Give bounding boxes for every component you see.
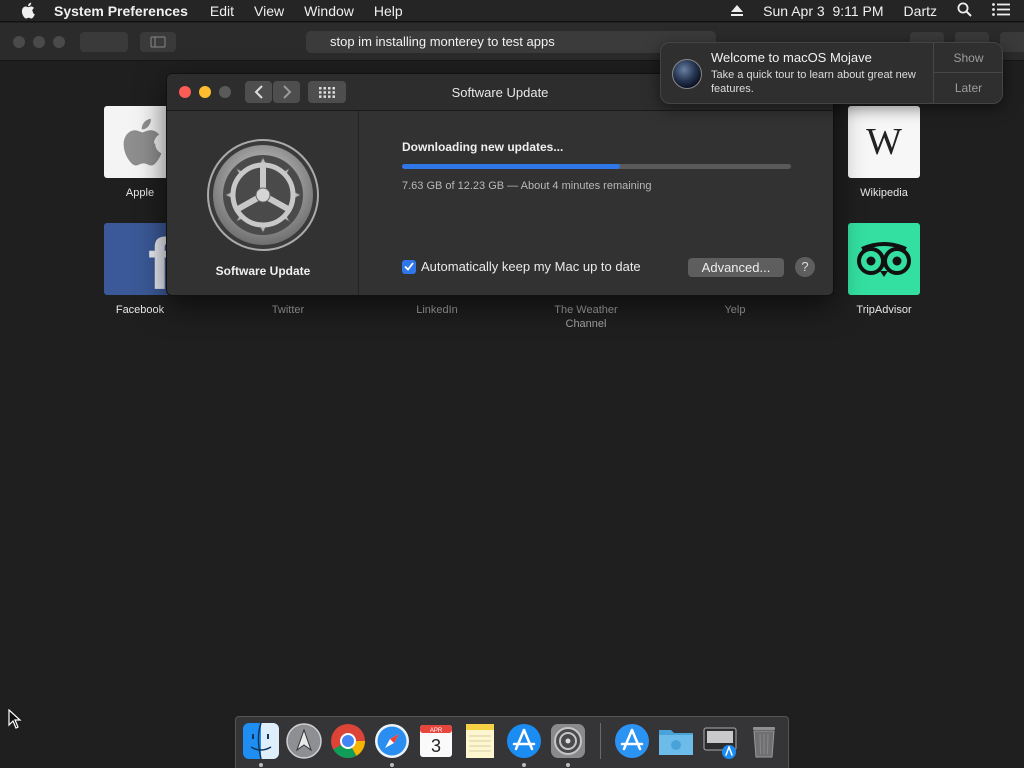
notification-actions: Show Later: [933, 43, 1003, 103]
favorite-label: LinkedIn: [416, 304, 458, 316]
notification-title: Welcome to macOS Mojave: [711, 50, 872, 65]
safari-minimize-button[interactable]: [33, 36, 45, 48]
favorite-label: Facebook: [115, 304, 165, 316]
software-update-main: Downloading new updates... 7.63 GB of 12…: [360, 111, 833, 295]
safari-sidebar-button[interactable]: [140, 32, 176, 52]
software-update-window: Software Update Software Update Download…: [166, 73, 834, 296]
tripadvisor-owl-icon: [848, 223, 920, 295]
dock: APR 3: [235, 716, 789, 768]
download-detail: 7.63 GB of 12.23 GB — About 4 minutes re…: [402, 180, 652, 192]
system-preferences-icon[interactable]: [549, 722, 587, 760]
calendar-month: APR: [430, 728, 443, 734]
wikipedia-logo-icon: W: [848, 106, 920, 178]
safari-address-bar[interactable]: stop im installing monterey to test apps: [306, 31, 716, 53]
menu-help[interactable]: Help: [374, 3, 403, 19]
favorite-tripadvisor[interactable]: TripAdvisor: [829, 223, 939, 317]
finder-icon[interactable]: [242, 722, 280, 760]
safari-icon[interactable]: [373, 722, 411, 760]
spotlight-search-icon[interactable]: [957, 2, 972, 20]
notification-later-button[interactable]: Later: [934, 73, 1003, 103]
notification-center-icon[interactable]: [992, 3, 1010, 19]
advanced-button[interactable]: Advanced...: [688, 258, 784, 277]
eject-icon[interactable]: [731, 3, 744, 19]
help-button[interactable]: ?: [795, 257, 815, 277]
dock-separator: [600, 723, 601, 759]
download-progress-fill: [402, 164, 620, 169]
menu-view[interactable]: View: [254, 3, 284, 19]
apple-menu-icon[interactable]: [20, 0, 36, 22]
notification-body: Take a quick tour to learn about great n…: [711, 69, 916, 95]
finder-running-indicator: [259, 763, 263, 767]
auto-update-checkbox[interactable]: [402, 259, 416, 274]
trash-icon[interactable]: [745, 722, 783, 760]
software-update-name: Software Update: [215, 264, 311, 278]
checkmark-icon: [404, 262, 414, 271]
download-status: Downloading new updates...: [402, 140, 564, 154]
menu-edit[interactable]: Edit: [210, 3, 234, 19]
software-update-sidebar: Software Update: [167, 111, 359, 295]
safari-close-button[interactable]: [13, 36, 25, 48]
menu-window[interactable]: Window: [304, 3, 354, 19]
system-preferences-running-indicator: [566, 763, 570, 767]
menubar-user[interactable]: Dartz: [904, 3, 937, 19]
mouse-cursor-icon: [8, 708, 22, 734]
safari-running-indicator: [390, 763, 394, 767]
favorite-label: Twitter: [271, 304, 305, 316]
mojave-welcome-notification[interactable]: Welcome to macOS Mojave Take a quick tou…: [660, 42, 1003, 104]
auto-update-label: Automatically keep my Mac up to date: [421, 259, 641, 274]
menu-bar: System Preferences Edit View Window Help…: [0, 0, 1024, 22]
safari-back-forward-buttons[interactable]: [80, 32, 128, 52]
app-store-running-indicator: [522, 763, 526, 767]
favorite-label: Yelp: [724, 304, 746, 316]
calendar-day: 3: [431, 736, 441, 756]
app-store-folder-icon[interactable]: [613, 722, 651, 760]
software-update-gear-icon: [207, 139, 319, 256]
sidebar-icon: [150, 36, 166, 48]
download-progress-bar: [402, 164, 791, 169]
auto-update-option[interactable]: Automatically keep my Mac up to date: [402, 259, 641, 274]
favorite-label: The Weather Channel: [554, 304, 618, 330]
safari-zoom-button[interactable]: [53, 36, 65, 48]
favorite-label: TripAdvisor: [856, 304, 912, 316]
safari-new-tab-button[interactable]: [1000, 32, 1024, 52]
favorite-label: Wikipedia: [860, 187, 908, 199]
chrome-icon[interactable]: [329, 722, 367, 760]
favorite-wikipedia[interactable]: W Wikipedia: [829, 106, 939, 200]
menu-app-name[interactable]: System Preferences: [54, 3, 188, 19]
notification-show-button[interactable]: Show: [934, 43, 1003, 73]
installer-icon[interactable]: [701, 722, 739, 760]
folder-icon[interactable]: [657, 722, 695, 760]
macos-mojave-icon: [672, 59, 702, 89]
menubar-clock[interactable]: Sun Apr 3 9:11 PM: [763, 3, 883, 19]
calendar-icon[interactable]: APR 3: [417, 722, 455, 760]
notes-icon[interactable]: [461, 722, 499, 760]
launchpad-icon[interactable]: [285, 722, 323, 760]
app-store-icon[interactable]: [505, 722, 543, 760]
